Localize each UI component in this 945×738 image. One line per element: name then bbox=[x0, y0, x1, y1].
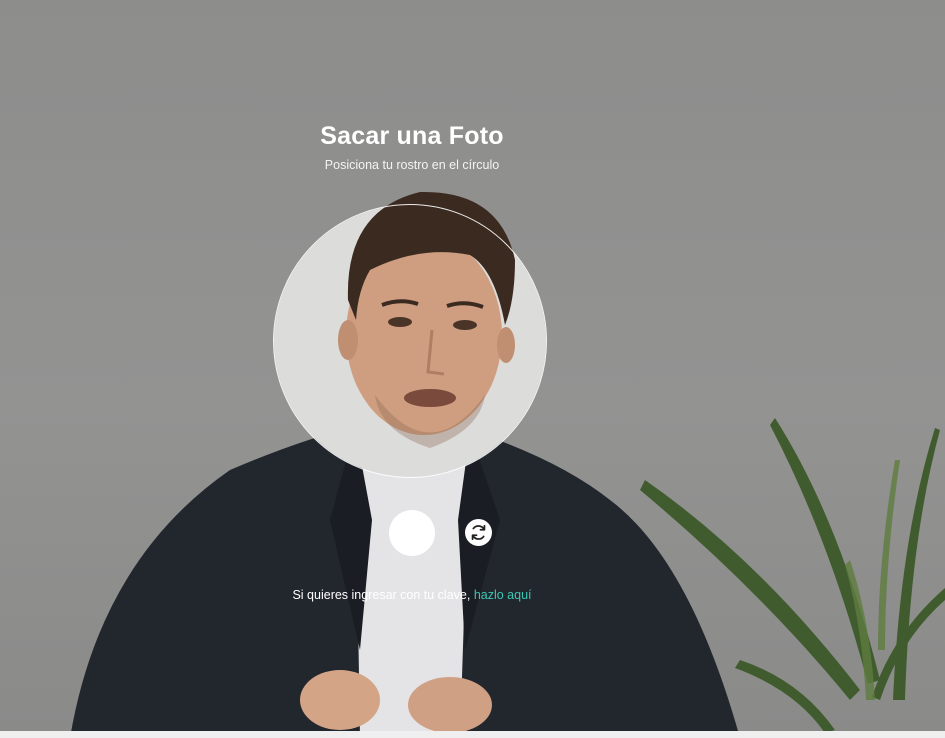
page-title: Sacar una Foto bbox=[320, 122, 504, 150]
camera-switch-icon bbox=[469, 523, 488, 542]
face-guide-circle bbox=[273, 204, 547, 478]
page-subtitle: Posiciona tu rostro en el círculo bbox=[324, 158, 500, 172]
bottom-edge bbox=[0, 731, 945, 738]
password-login-link[interactable]: hazlo aquí bbox=[474, 588, 532, 602]
switch-camera-button[interactable] bbox=[465, 519, 492, 546]
password-login-prompt: Si quieres ingresar con tu clave, hazlo … bbox=[0, 588, 824, 602]
capture-photo-button[interactable] bbox=[389, 510, 435, 556]
password-login-text: Si quieres ingresar con tu clave, bbox=[292, 588, 471, 602]
